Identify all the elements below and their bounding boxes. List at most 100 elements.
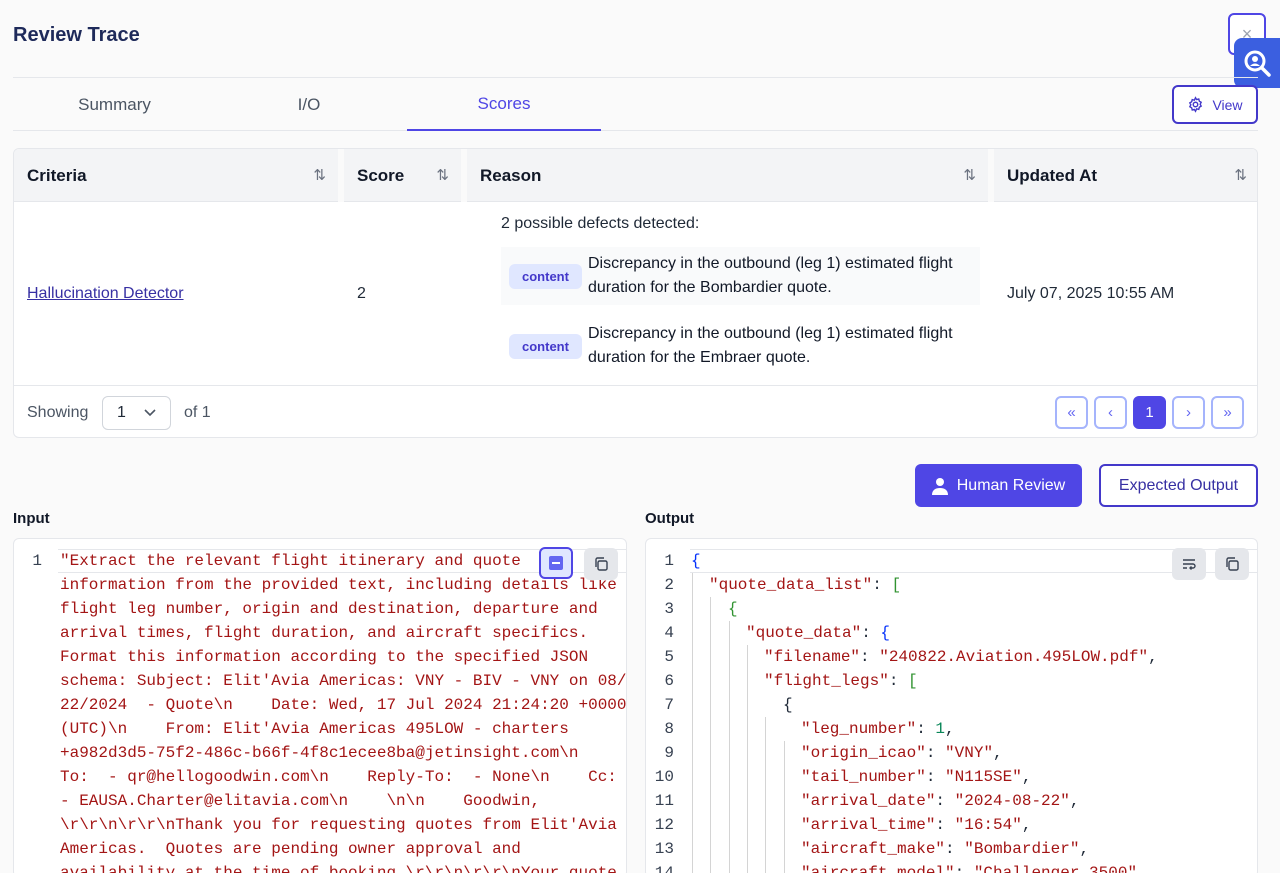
code-line: "aircraft_model": "Challenger 3500", [801, 864, 1147, 873]
defect-text-line: Discrepancy in the outbound (leg 1) esti… [587, 255, 953, 272]
page-size-value: 1 [117, 404, 126, 421]
copy-input-button[interactable] [584, 548, 618, 580]
tab-scores[interactable]: Scores [407, 78, 601, 131]
table-header: Criteria ⇅ Score ⇅ Reason ⇅ Updated At ⇅ [14, 149, 1257, 202]
sort-icon[interactable]: ⇅ [963, 166, 976, 184]
code-line: "origin_icao": "VNY", [801, 744, 1003, 762]
magnifier-icon [1244, 50, 1271, 77]
prev-page-button[interactable]: ‹ [1094, 396, 1127, 429]
line-number: 9 [664, 744, 674, 762]
code-line: "flight_legs": [ [764, 672, 918, 690]
sort-icon[interactable]: ⇅ [313, 166, 326, 184]
indent-guide [692, 573, 693, 873]
chevron-down-icon [144, 409, 156, 417]
code-line: To: - qr@hellogoodwin.com\n Reply-To: - … [60, 768, 617, 786]
defect-text-line: Discrepancy in the outbound (leg 1) esti… [587, 325, 953, 342]
gear-icon [1189, 96, 1203, 113]
code-line: +a982d3d5-75f2-486c-b66f-4f8c1ecee8ba@je… [60, 744, 579, 762]
showing-label: Showing [27, 404, 89, 421]
copy-icon [595, 557, 608, 571]
line-number: 1 [664, 552, 674, 570]
defect-text-line: duration for the Bombardier quote. [587, 279, 832, 296]
view-button-label: View [1212, 96, 1243, 113]
code-line: "aircraft_make": "Bombardier", [801, 840, 1090, 858]
page-count-label: of 1 [184, 404, 211, 421]
line-number: 4 [664, 624, 674, 642]
line-number: 3 [664, 600, 674, 618]
output-code-editor[interactable]: 1 2 3 4 5 6 7 8 9 10 11 12 13 14 { "quot… [645, 538, 1258, 873]
code-line: { [728, 600, 738, 618]
code-line: "Extract the relevant flight itinerary a… [60, 552, 521, 570]
page-1-button[interactable]: 1 [1133, 396, 1166, 429]
indent-guide [729, 621, 730, 873]
code-line: flight leg number, origin and destinatio… [60, 600, 598, 618]
line-number: 10 [654, 768, 674, 786]
wrap-lines-button[interactable] [1172, 548, 1206, 580]
human-review-label: Human Review [956, 476, 1066, 494]
sort-icon[interactable]: ⇅ [1234, 166, 1247, 184]
code-line: information from the provided text, incl… [60, 576, 617, 594]
defect-text-line: duration for the Embraer quote. [587, 349, 811, 366]
code-line: \r\r\n\r\r\nThank you for requesting quo… [60, 816, 617, 834]
copy-output-button[interactable] [1215, 548, 1249, 580]
indent-guide [747, 645, 748, 873]
collapse-icon [549, 556, 563, 570]
code-line: schema: Subject: Elit'Avia Americas: VNY… [60, 672, 627, 690]
line-number: 12 [654, 816, 674, 834]
code-line: arrival times, flight duration, and airc… [60, 624, 589, 642]
tab-io[interactable]: I/O [209, 78, 409, 131]
defect-badge: content [509, 263, 582, 289]
code-line: (UTC)\n From: Elit'Avia Americas 495LOW … [60, 720, 569, 738]
code-line: "arrival_time": "16:54", [801, 816, 1032, 834]
line-number: 2 [664, 576, 674, 594]
code-line: availability at the time of booking.\r\r… [60, 864, 617, 873]
input-section-label: Input [13, 510, 50, 527]
code-line: "quote_data": { [746, 624, 891, 642]
sort-icon[interactable]: ⇅ [436, 166, 449, 184]
scores-table: Criteria ⇅ Score ⇅ Reason ⇅ Updated At ⇅… [13, 148, 1258, 438]
line-number: 8 [664, 720, 674, 738]
last-page-button[interactable]: » [1211, 396, 1244, 429]
defect-badge: content [509, 333, 582, 359]
expected-output-button[interactable]: Expected Output [1099, 464, 1258, 507]
collapse-button[interactable] [539, 547, 573, 579]
code-line: "leg_number": 1, [801, 720, 955, 738]
line-number-gutter: 1 2 3 4 5 6 7 8 9 10 11 12 13 14 [646, 539, 690, 873]
column-header-score[interactable]: Score ⇅ [344, 149, 461, 202]
criteria-link[interactable]: Hallucination Detector [27, 285, 184, 303]
line-number: 6 [664, 672, 674, 690]
code-line: - EAUSA.Charter@elitavia.com\n \n\n Good… [60, 792, 541, 810]
copy-icon [1226, 557, 1239, 571]
code-line: { [783, 696, 793, 714]
tab-bar: Summary I/O Scores [13, 77, 1258, 131]
updated-at-value: July 07, 2025 10:55 AM [1007, 285, 1175, 302]
line-number: 7 [664, 696, 674, 714]
defect-item: content Discrepancy in the outbound (leg… [501, 317, 980, 375]
indent-guide [710, 597, 711, 873]
code-line: "arrival_date": "2024-08-22", [801, 792, 1080, 810]
indent-guide [784, 741, 785, 873]
user-icon [931, 477, 948, 495]
line-number: 13 [654, 840, 674, 858]
score-value: 2 [357, 285, 366, 302]
line-number: 5 [664, 648, 674, 666]
column-header-updated-at[interactable]: Updated At ⇅ [994, 149, 1257, 202]
output-section-label: Output [645, 510, 695, 527]
code-line: Format this information according to the… [60, 648, 589, 666]
code-line: Americas. Quotes are pending owner appro… [60, 840, 521, 858]
line-number: 14 [654, 864, 674, 873]
input-code-editor[interactable]: 1 "Extract the relevant flight itinerary… [13, 538, 627, 873]
tab-summary[interactable]: Summary [13, 78, 216, 131]
column-header-criteria[interactable]: Criteria ⇅ [14, 149, 338, 202]
table-footer: Showing 1 of 1 « ‹ 1 › » [14, 385, 1257, 437]
page-size-select[interactable]: 1 [102, 396, 171, 430]
next-page-button[interactable]: › [1172, 396, 1205, 429]
page-title: Review Trace [13, 24, 140, 46]
line-number: 11 [654, 792, 674, 810]
column-header-reason[interactable]: Reason ⇅ [467, 149, 988, 202]
wrap-icon [1183, 559, 1196, 570]
first-page-button[interactable]: « [1055, 396, 1088, 429]
view-button[interactable]: View [1172, 85, 1258, 124]
human-review-button[interactable]: Human Review [915, 464, 1082, 507]
indent-guide [765, 717, 766, 873]
